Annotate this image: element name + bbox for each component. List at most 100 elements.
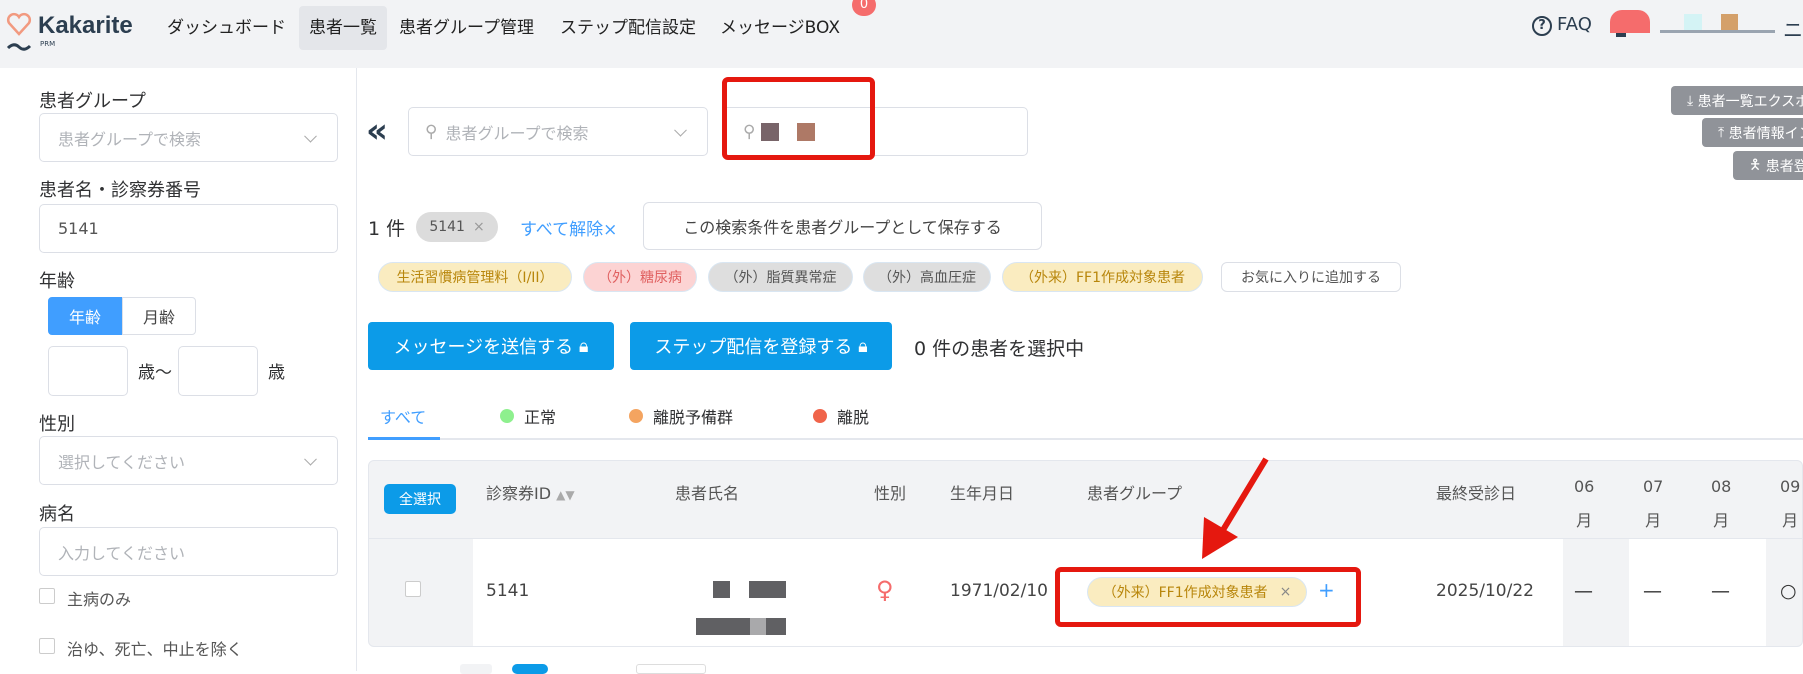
sex-select[interactable]: 選択してください bbox=[39, 436, 338, 485]
select-all-button[interactable]: 全選択 bbox=[384, 484, 456, 514]
col-month: 06 月 bbox=[1574, 470, 1594, 538]
main-only-label: 主病のみ bbox=[67, 590, 132, 609]
logo-sub: PRM bbox=[40, 40, 56, 48]
row-id: 5141 bbox=[486, 581, 530, 601]
status-dot-icon bbox=[629, 409, 643, 423]
tab-normal[interactable]: 正常 bbox=[500, 404, 556, 428]
logo-text[interactable]: Kakarite bbox=[38, 12, 133, 40]
age-toggle-months[interactable]: 月齢 bbox=[122, 297, 196, 335]
annotation-highlight-box bbox=[1055, 567, 1361, 627]
export-button[interactable]: ⤓ 患者一覧エクスポート bbox=[1671, 86, 1803, 115]
tab-all-label: すべて bbox=[380, 408, 427, 427]
lock-icon: 🔒︎ bbox=[578, 335, 589, 357]
collapse-sidebar-icon[interactable]: « bbox=[366, 114, 388, 148]
page-size-select[interactable] bbox=[636, 664, 706, 674]
group-label: 患者グループ bbox=[39, 91, 146, 112]
col-id[interactable]: 診察券ID ▲▼ bbox=[486, 480, 575, 504]
notification-badge[interactable] bbox=[1610, 10, 1650, 33]
col-month-unit: 月 bbox=[1782, 511, 1799, 530]
message-badge: 0 bbox=[852, 0, 876, 16]
user-name-tail[interactable]: ニ bbox=[1783, 14, 1803, 43]
bell-icon[interactable] bbox=[1616, 33, 1626, 37]
age-from-input[interactable] bbox=[48, 346, 128, 396]
disease-input[interactable]: 入力してください bbox=[39, 527, 338, 576]
name-blur bbox=[749, 581, 786, 598]
age-to-input[interactable] bbox=[178, 346, 258, 396]
name-input[interactable]: 5141 bbox=[39, 204, 338, 253]
pagination-prev[interactable] bbox=[460, 664, 492, 674]
person-icon: 🯅 bbox=[1749, 156, 1766, 173]
status-dot-icon bbox=[500, 409, 514, 423]
tab-churned[interactable]: 離脱 bbox=[813, 404, 869, 428]
col-month-number: 09 bbox=[1780, 477, 1801, 496]
send-message-button[interactable]: メッセージを送信する 🔒︎ bbox=[368, 322, 614, 370]
tab-at-risk[interactable]: 離脱予備群 bbox=[629, 404, 733, 428]
group-select[interactable]: 患者グループで検索 bbox=[39, 113, 338, 162]
month-visit-mark: — bbox=[1574, 580, 1593, 602]
filter-chip-label: 5141 bbox=[429, 219, 465, 235]
col-name: 患者氏名 bbox=[675, 484, 740, 503]
col-month: 09 月 bbox=[1780, 470, 1800, 538]
result-count: 1 件 bbox=[368, 218, 406, 240]
user-name-blur bbox=[1660, 30, 1775, 33]
name-blur bbox=[696, 618, 750, 635]
name-blur bbox=[750, 618, 766, 635]
exclude-label: 治ゆ、死亡、中止を除く bbox=[67, 640, 243, 659]
active-tab-indicator bbox=[368, 437, 440, 440]
group-filter-tag[interactable]: （外来）FF1作成対象患者 bbox=[1002, 262, 1203, 292]
col-month-number: 07 bbox=[1643, 477, 1664, 496]
add-favorite-button[interactable]: お気に入りに追加する bbox=[1221, 262, 1401, 292]
group-placeholder: 患者グループで検索 bbox=[58, 129, 202, 149]
register-step-label: ステップ配信を登録する bbox=[654, 337, 853, 358]
nav-step-delivery[interactable]: ステップ配信設定 bbox=[550, 6, 706, 50]
send-message-label: メッセージを送信する bbox=[393, 337, 574, 358]
month-visit-mark: — bbox=[1711, 580, 1730, 602]
annotation-highlight-box bbox=[722, 77, 875, 160]
name-blur bbox=[713, 581, 730, 598]
col-sex: 性別 bbox=[874, 484, 907, 503]
group-filter-tag[interactable]: （外）高血圧症 bbox=[863, 262, 991, 292]
lock-icon: 🔒︎ bbox=[858, 335, 868, 357]
sort-icon[interactable]: ▲▼ bbox=[556, 488, 574, 502]
save-condition-button[interactable]: この検索条件を患者グループとして保存する bbox=[643, 202, 1042, 250]
main-only-checkbox[interactable] bbox=[39, 588, 55, 604]
nav-dashboard[interactable]: ダッシュボード bbox=[157, 6, 296, 50]
pagination-page[interactable] bbox=[512, 664, 548, 674]
register-step-button[interactable]: ステップ配信を登録する 🔒︎ bbox=[630, 322, 892, 370]
disease-label: 病名 bbox=[39, 504, 75, 525]
header-divider bbox=[369, 538, 1802, 539]
nav-patient-list[interactable]: 患者一覧 bbox=[299, 6, 387, 50]
import-button[interactable]: ⤒ 患者情報インポート bbox=[1702, 118, 1803, 147]
disease-placeholder: 入力してください bbox=[58, 543, 186, 563]
col-month-unit: 月 bbox=[1713, 511, 1730, 530]
status-dot-icon bbox=[813, 409, 827, 423]
filter-chip: 5141 × bbox=[416, 212, 498, 242]
group-filter-tag[interactable]: （外）脂質異常症 bbox=[708, 262, 853, 292]
clear-all-link[interactable]: すべて解除× bbox=[520, 215, 617, 240]
age-to-unit: 歳 bbox=[268, 363, 285, 383]
col-month: 07 月 bbox=[1643, 470, 1663, 538]
sex-label: 性別 bbox=[39, 414, 75, 435]
age-toggle-years[interactable]: 年齢 bbox=[48, 297, 122, 335]
age-from-unit: 歳～ bbox=[138, 363, 172, 383]
group-filter-tag[interactable]: （外）糖尿病 bbox=[583, 262, 697, 292]
exclude-checkbox[interactable] bbox=[39, 638, 55, 654]
search-icon: ⚲ bbox=[425, 121, 438, 142]
tab-all[interactable]: すべて bbox=[380, 404, 426, 428]
nav-patient-group[interactable]: 患者グループ管理 bbox=[389, 6, 544, 50]
close-icon[interactable]: × bbox=[473, 219, 485, 235]
selected-count: 0 件の患者を選択中 bbox=[914, 338, 1085, 360]
col-id-label: 診察券ID bbox=[486, 484, 552, 503]
export-label: 患者一覧エクスポート bbox=[1697, 93, 1803, 110]
age-label: 年齢 bbox=[39, 271, 75, 292]
import-label: 患者情報インポート bbox=[1728, 125, 1803, 142]
register-patient-button[interactable]: 🯅 患者登録 bbox=[1733, 151, 1803, 180]
row-checkbox[interactable] bbox=[405, 581, 421, 597]
download-icon: ⤓ bbox=[1687, 92, 1698, 109]
faq-link[interactable]: FAQ bbox=[1557, 14, 1592, 35]
nav-message-box[interactable]: メッセージBOX bbox=[710, 6, 850, 50]
register-label: 患者登録 bbox=[1765, 158, 1803, 175]
row-overflow bbox=[605, 647, 830, 657]
group-filter-tag[interactable]: 生活習慣病管理料（I/II） bbox=[378, 262, 572, 292]
group-search-select[interactable]: ⚲ 患者グループで検索 bbox=[408, 107, 708, 156]
